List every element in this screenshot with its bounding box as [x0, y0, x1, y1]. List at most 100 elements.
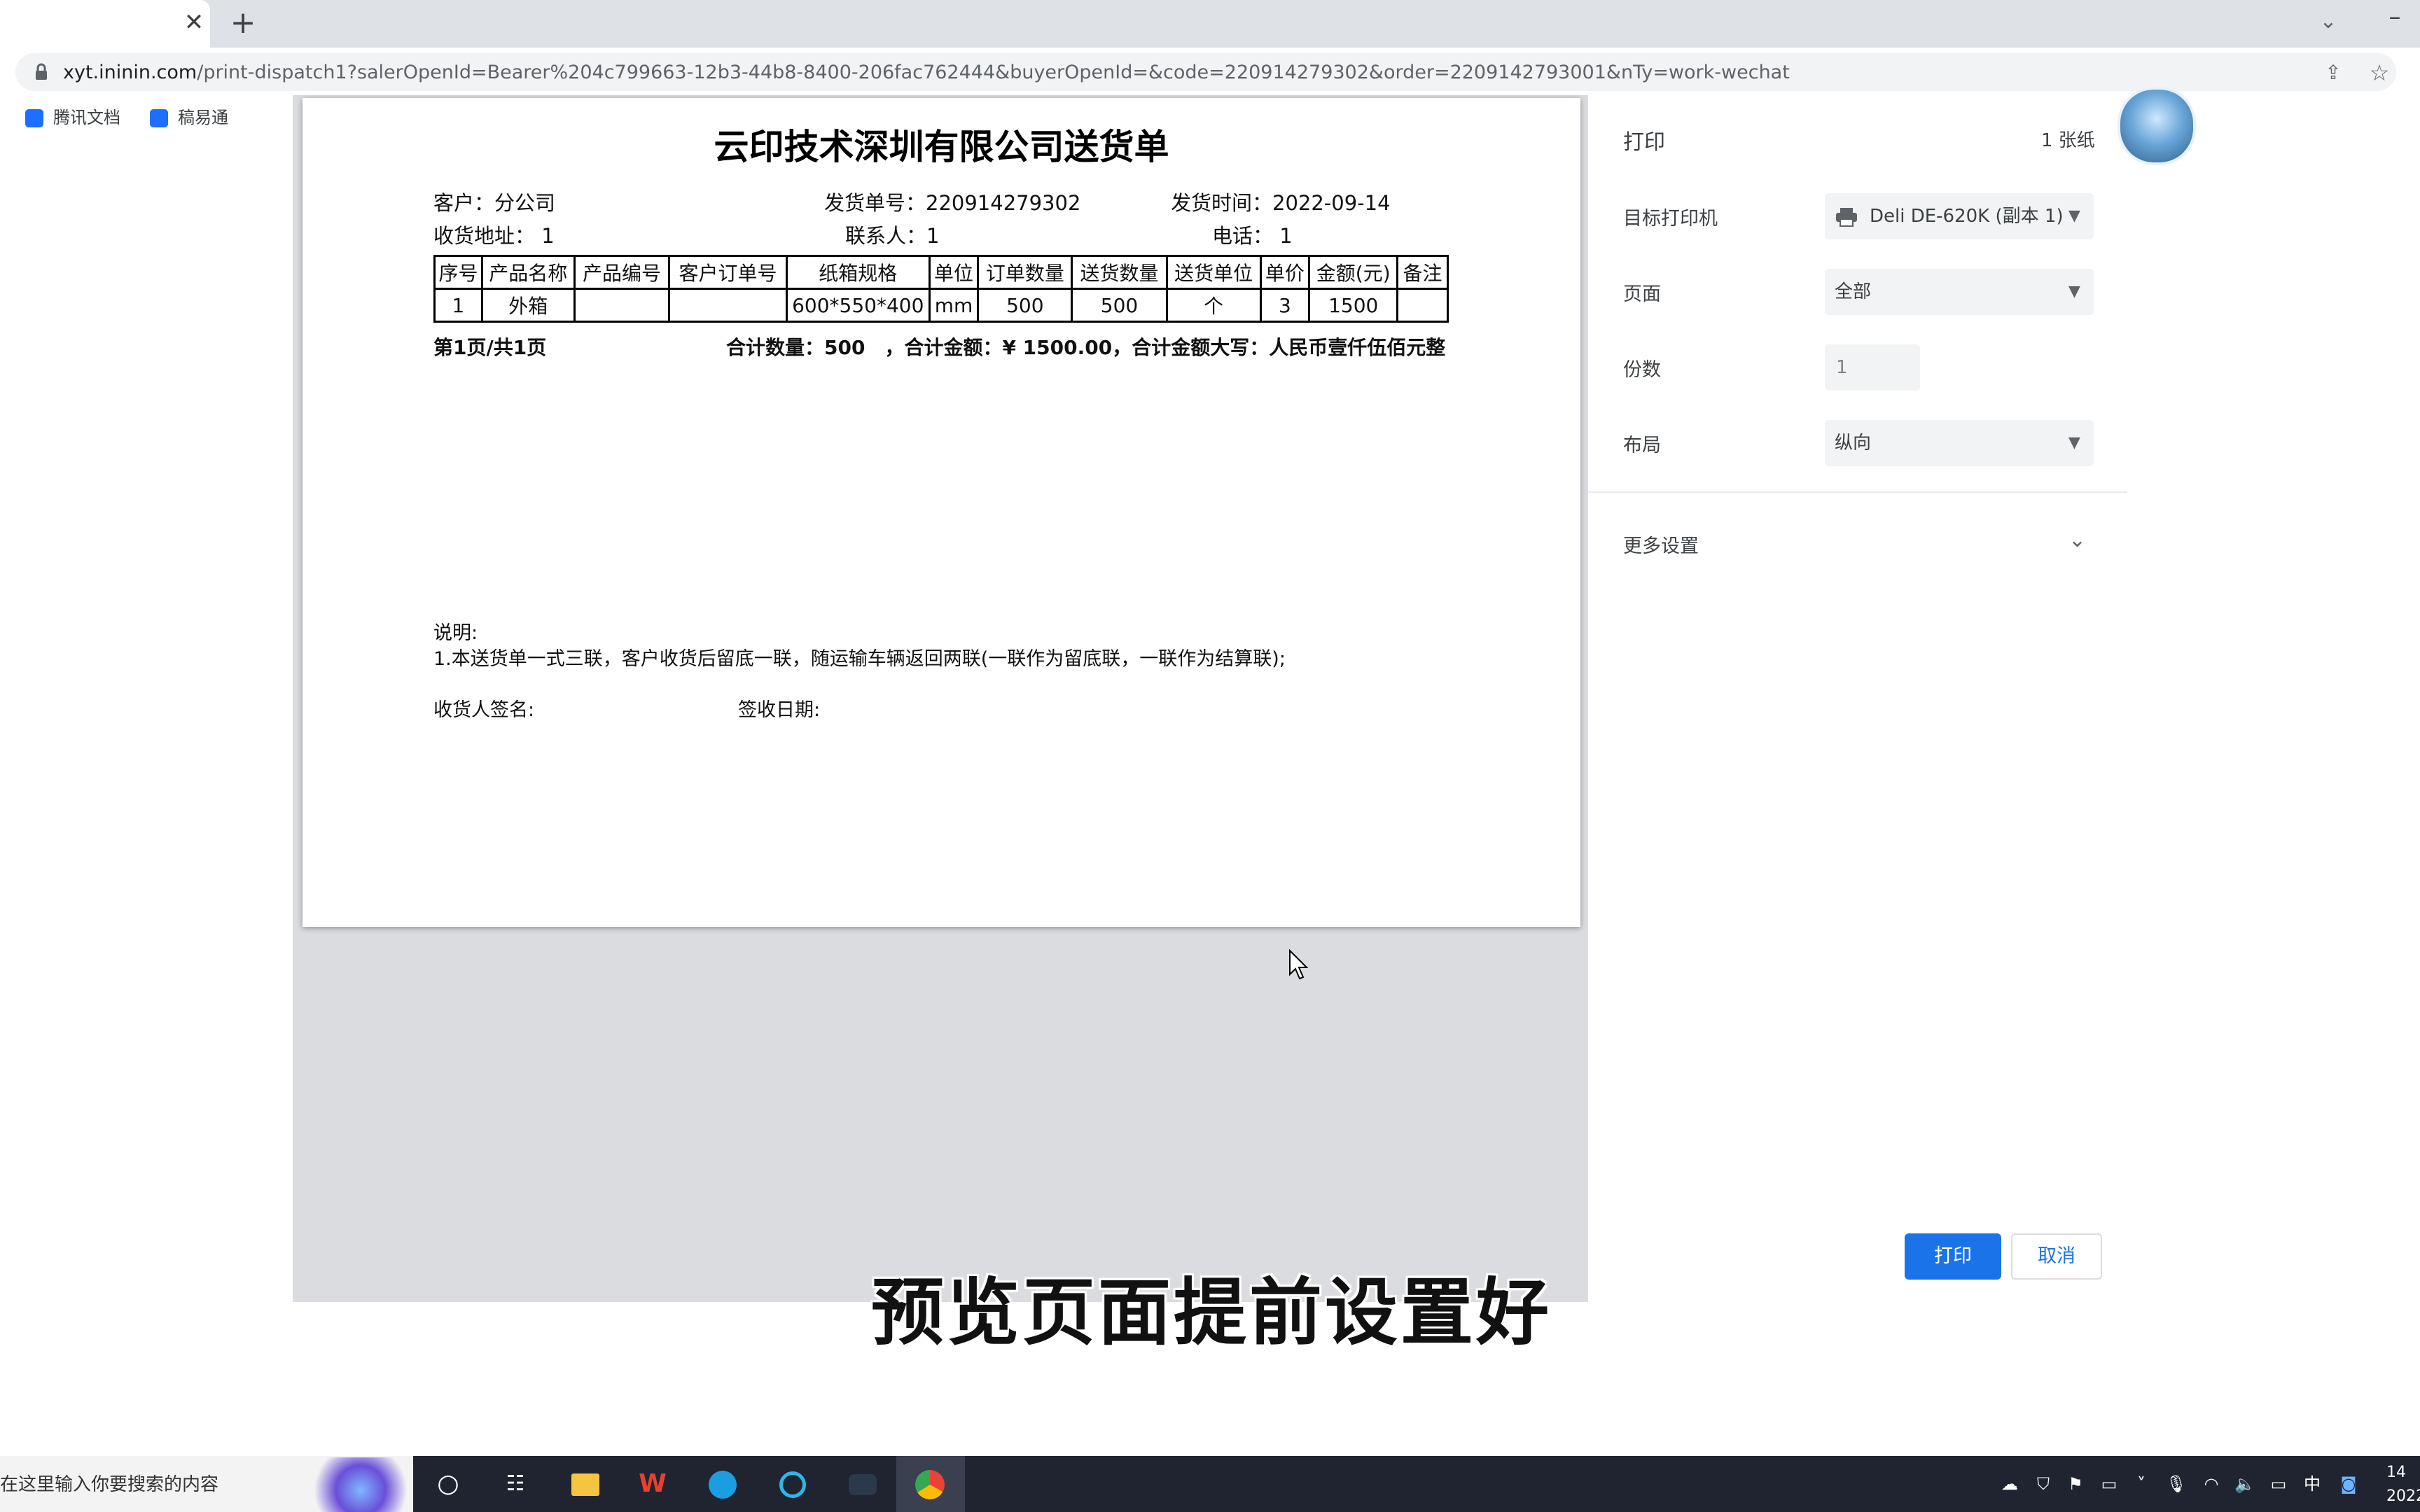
- settings-divider: [1588, 491, 2127, 493]
- tencent-docs-icon: [25, 109, 43, 127]
- bookmark-star-icon[interactable]: ☆: [2365, 59, 2393, 87]
- printer-label: 目标打印机: [1623, 208, 1718, 230]
- new-tab-icon[interactable]: +: [225, 6, 260, 41]
- share-icon[interactable]: ⇪: [2321, 60, 2346, 85]
- cloud-icon[interactable]: ☁: [1997, 1470, 2022, 1498]
- shield-icon[interactable]: ⛉: [2031, 1470, 2056, 1498]
- printer-icon: [1836, 208, 1857, 227]
- table-row: 1 外箱 600*550*400 mm 500 500 个 3 1500: [433, 288, 1449, 323]
- copies-input[interactable]: 1: [1825, 344, 1920, 391]
- bookmark-label: 稿易通: [178, 108, 228, 127]
- wifi-icon[interactable]: ◠: [2199, 1470, 2224, 1498]
- dispatch-number-field: 发货单号：220914279302: [824, 191, 1081, 215]
- dropdown-caret-icon: ▼: [2068, 207, 2080, 225]
- column-header: 订单数量: [977, 255, 1073, 290]
- print-dialog-title: 打印: [1623, 130, 1665, 155]
- notes-line: 1.本送货单一式三联，客户收货后留底一联，随运输车辆返回两联(一联作为留底联，一…: [433, 648, 1286, 670]
- clock-date[interactable]: 2022: [2386, 1483, 2420, 1511]
- file-explorer-icon[interactable]: [566, 1464, 605, 1504]
- minimize-window-icon[interactable]: –: [2374, 3, 2416, 38]
- table-cell: [573, 288, 671, 323]
- print-button[interactable]: 打印: [1905, 1233, 2001, 1280]
- url-text[interactable]: xyt.ininin.com/print-dispatch1?salerOpen…: [63, 59, 1790, 87]
- table-cell: [1396, 288, 1449, 323]
- taskbar-search-placeholder: 在这里输入你要搜索的内容: [0, 1474, 219, 1495]
- layout-label: 布局: [1623, 435, 1661, 456]
- customer-field: 客户：分公司: [433, 191, 556, 215]
- column-header: 纸箱规格: [785, 255, 931, 290]
- table-header-row: 序号 产品名称 产品编号 客户订单号 纸箱规格 单位 订单数量 送货数量 送货单…: [433, 255, 1449, 290]
- layout-value: 纵向: [1835, 433, 1872, 454]
- pages-value: 全部: [1835, 281, 1872, 302]
- column-header: 送货数量: [1071, 255, 1168, 290]
- display-icon[interactable]: ▭: [2096, 1470, 2122, 1498]
- notes-title: 说明:: [433, 622, 478, 644]
- volume-icon[interactable]: 🔈: [2232, 1470, 2258, 1498]
- address-field: 收货地址： 1: [433, 224, 555, 248]
- gaoyitong-icon: [150, 109, 168, 127]
- microphone-icon[interactable]: 🎙: [2164, 1470, 2189, 1498]
- table-cell: 1: [433, 288, 483, 323]
- phone-field: 电话： 1: [1212, 224, 1293, 248]
- chevron-down-icon: ⌄: [2068, 528, 2087, 552]
- document-title: 云印技术深圳有限公司送货单: [714, 127, 1169, 167]
- table-cell: 500: [977, 288, 1073, 323]
- dropdown-caret-icon: ▼: [2068, 283, 2080, 300]
- battery-icon[interactable]: ▭: [2266, 1470, 2291, 1498]
- avatar[interactable]: [2118, 87, 2196, 165]
- cancel-button[interactable]: 取消: [2011, 1233, 2102, 1280]
- column-header: 序号: [433, 255, 483, 290]
- layout-select[interactable]: 纵向 ▼: [1825, 420, 2094, 466]
- close-tab-icon[interactable]: ✕: [179, 7, 209, 38]
- table-cell: 个: [1165, 288, 1262, 323]
- receiver-signature: 收货人签名:: [433, 699, 535, 721]
- lock-icon[interactable]: [31, 62, 52, 83]
- url-path: /print-dispatch1?salerOpenId=Bearer%204c…: [197, 62, 1790, 83]
- bookmark-gaoyitong[interactable]: 稿易通: [150, 104, 228, 132]
- column-header: 金额(元): [1308, 255, 1399, 290]
- contact-field: 联系人：1: [845, 224, 940, 248]
- chrome-icon[interactable]: [910, 1464, 950, 1504]
- dispatch-time-field: 发货时间：2022-09-14: [1171, 191, 1391, 215]
- page-info: 第1页/共1页: [433, 336, 547, 359]
- pages-select[interactable]: 全部 ▼: [1825, 269, 2094, 315]
- dropdown-caret-icon: ▼: [2068, 434, 2080, 451]
- more-settings-label: 更多设置: [1623, 536, 1699, 557]
- network-app-icon[interactable]: ⚑: [2063, 1470, 2088, 1498]
- column-header: 备注: [1396, 255, 1449, 290]
- table-cell: 1500: [1308, 288, 1399, 323]
- column-header: 客户订单号: [668, 255, 788, 290]
- column-header: 单位: [928, 255, 980, 290]
- edge-icon[interactable]: [703, 1464, 742, 1504]
- notification-icon[interactable]: ◙: [2336, 1470, 2361, 1498]
- table-cell: 3: [1259, 288, 1311, 323]
- dispatch-table: 序号 产品名称 产品编号 客户订单号 纸箱规格 单位 订单数量 送货数量 送货单…: [433, 255, 1449, 323]
- sheet-count: 1 张纸: [2041, 130, 2095, 151]
- edge-dev-icon[interactable]: [773, 1464, 812, 1504]
- printer-value: Deli DE-620K (副本 1): [1870, 206, 2064, 227]
- app-icon[interactable]: [843, 1464, 882, 1504]
- table-cell: 600*550*400: [785, 288, 931, 323]
- mouse-cursor-icon: [1289, 949, 1309, 980]
- column-header: 送货单位: [1165, 255, 1262, 290]
- task-view-icon[interactable]: ☷: [496, 1464, 535, 1504]
- ime-indicator[interactable]: 中: [2300, 1470, 2325, 1498]
- video-subtitle: 预览页面提前设置好: [870, 1270, 1552, 1355]
- table-cell: mm: [928, 288, 980, 323]
- tray-expand-icon[interactable]: ˅: [2129, 1470, 2154, 1498]
- pages-label: 页面: [1623, 284, 1661, 305]
- column-header: 产品名称: [480, 255, 576, 290]
- table-cell: 外箱: [480, 288, 576, 323]
- column-header: 单价: [1259, 255, 1311, 290]
- printer-select[interactable]: Deli DE-620K (副本 1) ▼: [1825, 193, 2094, 239]
- search-highlight-image: [308, 1457, 413, 1512]
- wps-icon[interactable]: W: [633, 1464, 672, 1504]
- table-cell: [668, 288, 788, 323]
- more-settings-toggle[interactable]: 更多设置 ⌄: [1611, 525, 2101, 564]
- table-cell: 500: [1071, 288, 1168, 323]
- url-host: xyt.ininin.com: [63, 62, 197, 83]
- bookmark-tencent-docs[interactable]: 腾讯文档: [25, 104, 120, 132]
- cortana-icon[interactable]: ○: [429, 1464, 468, 1504]
- chevron-down-icon[interactable]: ⌄: [2311, 4, 2346, 39]
- sign-date: 签收日期:: [738, 699, 821, 721]
